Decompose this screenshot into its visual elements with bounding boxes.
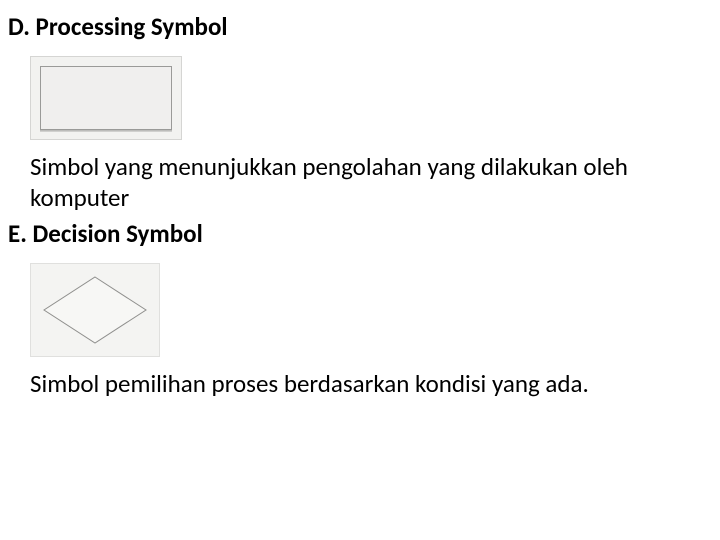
figure-decision-wrap xyxy=(8,263,712,357)
section-heading-processing: D. Processing Symbol xyxy=(8,12,712,42)
section-description-decision: Simbol pemilihan proses berdasarkan kond… xyxy=(8,369,712,400)
figure-processing xyxy=(30,56,182,140)
figure-decision xyxy=(30,263,160,357)
section-heading-decision: E. Decision Symbol xyxy=(8,219,712,249)
decision-diamond-icon xyxy=(41,274,149,346)
figure-processing-wrap xyxy=(8,56,712,140)
section-description-processing: Simbol yang menunjukkan pengolahan yang … xyxy=(8,152,712,213)
processing-rectangle-icon xyxy=(40,66,172,130)
document-page: D. Processing Symbol Simbol yang menunju… xyxy=(0,0,720,412)
